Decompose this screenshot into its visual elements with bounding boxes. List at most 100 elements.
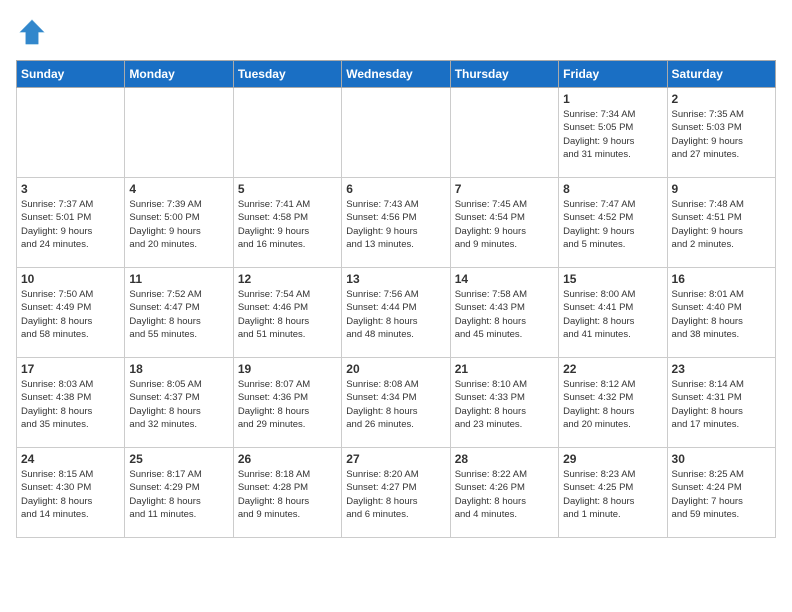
week-row-3: 10 Sunrise: 7:50 AM Sunset: 4:49 PM Dayli… bbox=[17, 268, 776, 358]
day-number: 7 bbox=[455, 182, 554, 196]
week-row-1: 1 Sunrise: 7:34 AM Sunset: 5:05 PM Daylig… bbox=[17, 88, 776, 178]
day-number: 30 bbox=[672, 452, 771, 466]
day-number: 6 bbox=[346, 182, 445, 196]
calendar-cell: 6 Sunrise: 7:43 AM Sunset: 4:56 PM Daylig… bbox=[342, 178, 450, 268]
weekday-header-tuesday: Tuesday bbox=[233, 61, 341, 88]
day-number: 19 bbox=[238, 362, 337, 376]
week-row-5: 24 Sunrise: 8:15 AM Sunset: 4:30 PM Dayli… bbox=[17, 448, 776, 538]
header bbox=[16, 16, 776, 48]
day-info: Sunrise: 8:14 AM Sunset: 4:31 PM Dayligh… bbox=[672, 378, 771, 431]
day-info: Sunrise: 7:45 AM Sunset: 4:54 PM Dayligh… bbox=[455, 198, 554, 251]
calendar-cell: 19Sunrise: 8:07 AM Sunset: 4:36 PM Dayli… bbox=[233, 358, 341, 448]
day-info: Sunrise: 8:23 AM Sunset: 4:25 PM Dayligh… bbox=[563, 468, 662, 521]
calendar-cell: 27Sunrise: 8:20 AM Sunset: 4:27 PM Dayli… bbox=[342, 448, 450, 538]
logo bbox=[16, 16, 52, 48]
calendar-cell: 22 Sunrise: 8:12 AM Sunset: 4:32 PM Dayli… bbox=[559, 358, 667, 448]
weekday-header-monday: Monday bbox=[125, 61, 233, 88]
day-info: Sunrise: 8:22 AM Sunset: 4:26 PM Dayligh… bbox=[455, 468, 554, 521]
day-info: Sunrise: 8:03 AM Sunset: 4:38 PM Dayligh… bbox=[21, 378, 120, 431]
calendar-cell: 5 Sunrise: 7:41 AM Sunset: 4:58 PM Daylig… bbox=[233, 178, 341, 268]
calendar-cell: 23 Sunrise: 8:14 AM Sunset: 4:31 PM Dayli… bbox=[667, 358, 775, 448]
day-info: Sunrise: 7:54 AM Sunset: 4:46 PM Dayligh… bbox=[238, 288, 337, 341]
weekday-header-thursday: Thursday bbox=[450, 61, 558, 88]
calendar-cell bbox=[125, 88, 233, 178]
day-info: Sunrise: 7:58 AM Sunset: 4:43 PM Dayligh… bbox=[455, 288, 554, 341]
calendar-cell: 13Sunrise: 7:56 AM Sunset: 4:44 PM Dayli… bbox=[342, 268, 450, 358]
day-info: Sunrise: 7:48 AM Sunset: 4:51 PM Dayligh… bbox=[672, 198, 771, 251]
day-number: 1 bbox=[563, 92, 662, 106]
calendar-cell: 1 Sunrise: 7:34 AM Sunset: 5:05 PM Daylig… bbox=[559, 88, 667, 178]
day-number: 15 bbox=[563, 272, 662, 286]
day-info: Sunrise: 7:47 AM Sunset: 4:52 PM Dayligh… bbox=[563, 198, 662, 251]
calendar-cell: 14Sunrise: 7:58 AM Sunset: 4:43 PM Dayli… bbox=[450, 268, 558, 358]
calendar-cell: 10 Sunrise: 7:50 AM Sunset: 4:49 PM Dayli… bbox=[17, 268, 125, 358]
week-row-4: 17 Sunrise: 8:03 AM Sunset: 4:38 PM Dayli… bbox=[17, 358, 776, 448]
calendar-cell: 8Sunrise: 7:47 AM Sunset: 4:52 PM Daylig… bbox=[559, 178, 667, 268]
calendar-cell bbox=[342, 88, 450, 178]
day-info: Sunrise: 8:08 AM Sunset: 4:34 PM Dayligh… bbox=[346, 378, 445, 431]
calendar-cell: 9 Sunrise: 7:48 AM Sunset: 4:51 PM Daylig… bbox=[667, 178, 775, 268]
calendar-cell: 24 Sunrise: 8:15 AM Sunset: 4:30 PM Dayli… bbox=[17, 448, 125, 538]
day-info: Sunrise: 7:35 AM Sunset: 5:03 PM Dayligh… bbox=[672, 108, 771, 161]
calendar-cell: 11 Sunrise: 7:52 AM Sunset: 4:47 PM Dayli… bbox=[125, 268, 233, 358]
day-info: Sunrise: 7:52 AM Sunset: 4:47 PM Dayligh… bbox=[129, 288, 228, 341]
calendar-cell bbox=[233, 88, 341, 178]
calendar-cell: 18 Sunrise: 8:05 AM Sunset: 4:37 PM Dayli… bbox=[125, 358, 233, 448]
calendar: SundayMondayTuesdayWednesdayThursdayFrid… bbox=[16, 60, 776, 538]
day-number: 25 bbox=[129, 452, 228, 466]
day-number: 29 bbox=[563, 452, 662, 466]
day-number: 26 bbox=[238, 452, 337, 466]
day-info: Sunrise: 8:15 AM Sunset: 4:30 PM Dayligh… bbox=[21, 468, 120, 521]
calendar-cell: 16 Sunrise: 8:01 AM Sunset: 4:40 PM Dayli… bbox=[667, 268, 775, 358]
day-info: Sunrise: 8:05 AM Sunset: 4:37 PM Dayligh… bbox=[129, 378, 228, 431]
calendar-cell: 4 Sunrise: 7:39 AM Sunset: 5:00 PM Daylig… bbox=[125, 178, 233, 268]
day-info: Sunrise: 8:17 AM Sunset: 4:29 PM Dayligh… bbox=[129, 468, 228, 521]
week-row-2: 3 Sunrise: 7:37 AM Sunset: 5:01 PM Daylig… bbox=[17, 178, 776, 268]
day-number: 18 bbox=[129, 362, 228, 376]
day-number: 4 bbox=[129, 182, 228, 196]
day-number: 2 bbox=[672, 92, 771, 106]
day-number: 16 bbox=[672, 272, 771, 286]
day-number: 10 bbox=[21, 272, 120, 286]
calendar-cell: 3 Sunrise: 7:37 AM Sunset: 5:01 PM Daylig… bbox=[17, 178, 125, 268]
day-info: Sunrise: 7:39 AM Sunset: 5:00 PM Dayligh… bbox=[129, 198, 228, 251]
weekday-header-saturday: Saturday bbox=[667, 61, 775, 88]
calendar-cell: 21Sunrise: 8:10 AM Sunset: 4:33 PM Dayli… bbox=[450, 358, 558, 448]
calendar-cell: 28 Sunrise: 8:22 AM Sunset: 4:26 PM Dayli… bbox=[450, 448, 558, 538]
day-number: 22 bbox=[563, 362, 662, 376]
day-info: Sunrise: 8:25 AM Sunset: 4:24 PM Dayligh… bbox=[672, 468, 771, 521]
calendar-cell: 17 Sunrise: 8:03 AM Sunset: 4:38 PM Dayli… bbox=[17, 358, 125, 448]
day-number: 27 bbox=[346, 452, 445, 466]
day-info: Sunrise: 7:50 AM Sunset: 4:49 PM Dayligh… bbox=[21, 288, 120, 341]
day-info: Sunrise: 8:00 AM Sunset: 4:41 PM Dayligh… bbox=[563, 288, 662, 341]
day-number: 12 bbox=[238, 272, 337, 286]
calendar-cell: 7 Sunrise: 7:45 AM Sunset: 4:54 PM Daylig… bbox=[450, 178, 558, 268]
day-number: 11 bbox=[129, 272, 228, 286]
calendar-cell bbox=[450, 88, 558, 178]
calendar-cell: 26Sunrise: 8:18 AM Sunset: 4:28 PM Dayli… bbox=[233, 448, 341, 538]
calendar-cell: 15 Sunrise: 8:00 AM Sunset: 4:41 PM Dayli… bbox=[559, 268, 667, 358]
day-info: Sunrise: 8:01 AM Sunset: 4:40 PM Dayligh… bbox=[672, 288, 771, 341]
weekday-header-friday: Friday bbox=[559, 61, 667, 88]
weekday-header-wednesday: Wednesday bbox=[342, 61, 450, 88]
calendar-cell: 2 Sunrise: 7:35 AM Sunset: 5:03 PM Daylig… bbox=[667, 88, 775, 178]
day-number: 24 bbox=[21, 452, 120, 466]
day-info: Sunrise: 7:56 AM Sunset: 4:44 PM Dayligh… bbox=[346, 288, 445, 341]
day-number: 28 bbox=[455, 452, 554, 466]
day-info: Sunrise: 7:37 AM Sunset: 5:01 PM Dayligh… bbox=[21, 198, 120, 251]
day-info: Sunrise: 8:12 AM Sunset: 4:32 PM Dayligh… bbox=[563, 378, 662, 431]
day-number: 23 bbox=[672, 362, 771, 376]
day-info: Sunrise: 7:43 AM Sunset: 4:56 PM Dayligh… bbox=[346, 198, 445, 251]
day-info: Sunrise: 7:41 AM Sunset: 4:58 PM Dayligh… bbox=[238, 198, 337, 251]
day-number: 5 bbox=[238, 182, 337, 196]
calendar-cell: 12 Sunrise: 7:54 AM Sunset: 4:46 PM Dayli… bbox=[233, 268, 341, 358]
calendar-cell: 20Sunrise: 8:08 AM Sunset: 4:34 PM Dayli… bbox=[342, 358, 450, 448]
day-info: Sunrise: 8:10 AM Sunset: 4:33 PM Dayligh… bbox=[455, 378, 554, 431]
logo-icon bbox=[16, 16, 48, 48]
day-info: Sunrise: 7:34 AM Sunset: 5:05 PM Dayligh… bbox=[563, 108, 662, 161]
calendar-cell: 30 Sunrise: 8:25 AM Sunset: 4:24 PM Dayli… bbox=[667, 448, 775, 538]
day-number: 17 bbox=[21, 362, 120, 376]
day-number: 9 bbox=[672, 182, 771, 196]
weekday-header-row: SundayMondayTuesdayWednesdayThursdayFrid… bbox=[17, 61, 776, 88]
day-number: 3 bbox=[21, 182, 120, 196]
